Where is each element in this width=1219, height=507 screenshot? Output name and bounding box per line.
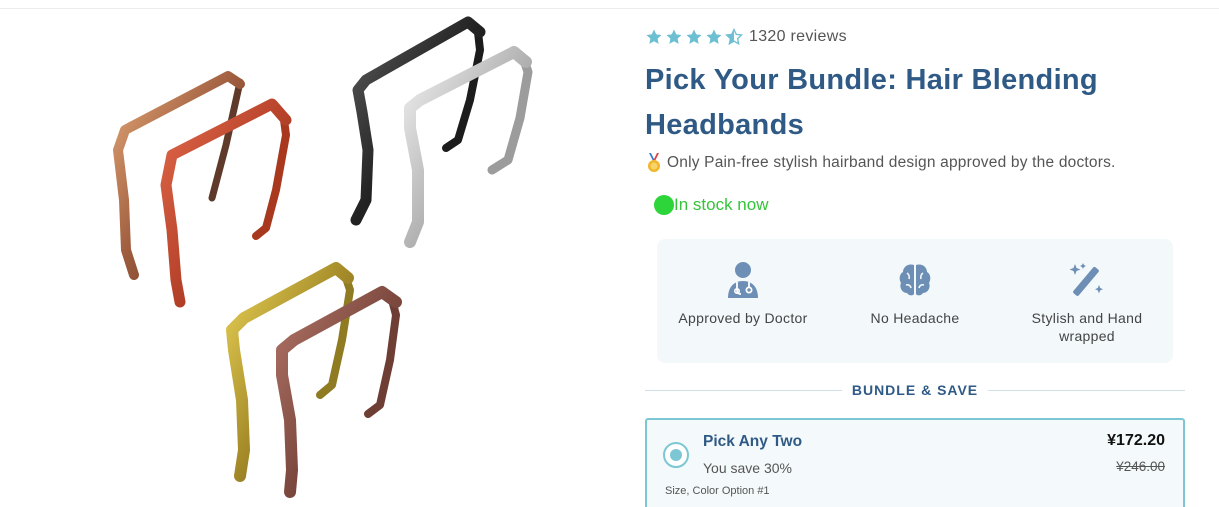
star-full-icon	[706, 29, 722, 44]
divider-line	[645, 389, 842, 391]
star-half-icon	[725, 28, 743, 46]
product-title: Pick Your Bundle: Hair Blending Headband…	[645, 64, 1098, 141]
bundle-radio-button[interactable]	[663, 442, 689, 468]
feature-approved-by-doctor: Approved by Doctor	[658, 261, 828, 363]
star-full-icon	[686, 29, 702, 44]
feature-stylish-hand-wrapped: Stylish and Hand wrapped	[1002, 261, 1172, 363]
bundle-name: Pick Any Two	[703, 433, 803, 450]
tagline-text: Only Pain-free stylish hairband design a…	[667, 154, 1116, 171]
medal-icon	[648, 153, 660, 172]
doctor-icon	[728, 262, 758, 298]
divider-line	[988, 389, 1185, 391]
star-rating	[645, 28, 743, 46]
feature-label: No Headache	[870, 310, 960, 326]
bundle-section-divider: BUNDLE & SAVE	[645, 380, 1185, 400]
bundle-savings: You save 30%	[703, 460, 792, 476]
rating-row[interactable]: 1320 reviews	[645, 26, 847, 48]
feature-label: Approved by Doctor	[678, 310, 808, 326]
product-image[interactable]	[0, 0, 620, 507]
product-tagline: Only Pain-free stylish hairband design a…	[645, 153, 1116, 173]
stock-indicator-dot	[654, 195, 674, 215]
headband-mauve	[276, 286, 402, 498]
features-panel: Approved by Doctor No Headache Stylish a…	[657, 239, 1173, 363]
headbands-illustration	[113, 16, 533, 498]
radio-selected-dot	[670, 449, 682, 461]
bundle-section-heading: BUNDLE & SAVE	[851, 382, 979, 398]
star-full-icon	[646, 29, 662, 44]
reviews-count-link[interactable]: 1320 reviews	[749, 28, 847, 46]
stock-status: In stock now	[654, 195, 769, 215]
bundle-original-price: ¥246.00	[1116, 459, 1165, 474]
product-info-panel: 1320 reviews Pick Your Bundle: Hair Blen…	[645, 0, 1195, 507]
magic-wand-icon	[1069, 263, 1103, 296]
feature-no-headache: No Headache	[830, 261, 1000, 363]
headband-silver	[404, 46, 533, 248]
brain-icon	[899, 264, 931, 296]
bundle-variant-label: Size, Color Option #1	[665, 485, 770, 497]
feature-label: Stylish and Hand wrapped	[1031, 310, 1143, 344]
bundle-option-pick-any-two[interactable]: Pick Any Two You save 30% Size, Color Op…	[645, 418, 1185, 507]
stock-status-text: In stock now	[674, 195, 769, 214]
bundle-price: ¥172.20	[1107, 432, 1165, 449]
headband-copper	[113, 71, 245, 280]
star-full-icon	[666, 29, 682, 44]
